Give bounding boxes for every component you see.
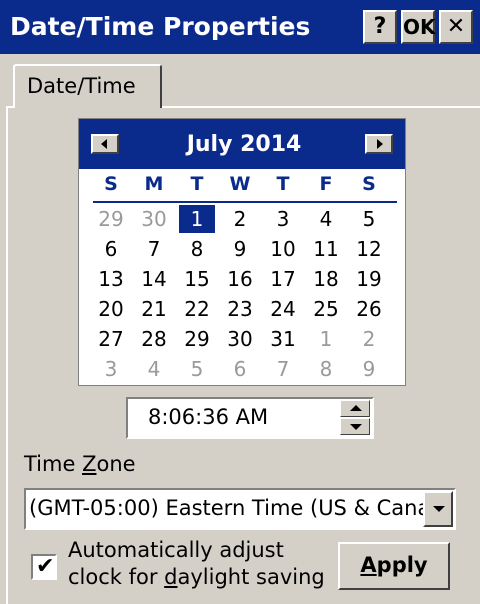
calendar-header: July 2014	[79, 119, 405, 169]
day-of-week-label: T	[190, 173, 204, 195]
time-value[interactable]: 8:06:36 AM	[148, 405, 268, 429]
calendar-day[interactable]: 8	[179, 235, 215, 263]
calendar-day[interactable]: 15	[179, 265, 215, 293]
calendar-day[interactable]: 30	[222, 325, 258, 353]
calendar-day[interactable]: 2	[222, 205, 258, 233]
triangle-down-icon	[350, 424, 362, 430]
calendar-day[interactable]: 5	[351, 205, 387, 233]
help-button[interactable]: ?	[363, 10, 397, 44]
calendar-day[interactable]: 29	[179, 325, 215, 353]
tab-date-time[interactable]: Date/Time	[13, 64, 162, 108]
calendar-day[interactable]: 25	[308, 295, 344, 323]
calendar-day[interactable]: 23	[222, 295, 258, 323]
previous-month-button[interactable]	[91, 134, 119, 154]
calendar-day[interactable]: 3	[93, 355, 129, 383]
calendar-day[interactable]: 6	[222, 355, 258, 383]
month-year-label[interactable]: July 2014	[139, 132, 349, 157]
close-button[interactable]: ✕	[439, 10, 473, 44]
title-bar: Date/Time Properties ? OK ✕	[0, 0, 480, 54]
checkmark-icon: ✔	[36, 554, 55, 579]
window-title: Date/Time Properties	[10, 12, 311, 41]
calendar-day[interactable]: 21	[136, 295, 172, 323]
calendar-day[interactable]: 6	[93, 235, 129, 263]
daylight-saving-checkbox[interactable]: ✔	[31, 554, 57, 580]
day-of-week-label: T	[276, 173, 290, 195]
date-time-dialog: Date/Time Properties ? OK ✕ Date/Time Ju…	[0, 0, 480, 604]
arrow-left-icon	[101, 139, 107, 149]
chevron-down-icon	[433, 506, 445, 512]
calendar-day[interactable]: 12	[351, 235, 387, 263]
tab-date-time-label: Date/Time	[27, 74, 136, 98]
days-of-week-divider	[93, 201, 397, 203]
calendar-day[interactable]: 7	[265, 355, 301, 383]
calendar-day[interactable]: 26	[351, 295, 387, 323]
calendar-day[interactable]: 1	[308, 325, 344, 353]
day-of-week-label: S	[362, 173, 376, 195]
calendar-day[interactable]: 11	[308, 235, 344, 263]
calendar-day[interactable]: 4	[308, 205, 344, 233]
month-calendar: July 2014 SMTWTFS 29 30 1 2 3 4 5 6 7 8 9 10 11 12 13 1…	[78, 118, 406, 386]
calendar-day[interactable]: 29	[93, 205, 129, 233]
time-zone-dropdown-button[interactable]	[423, 491, 453, 527]
triangle-up-icon	[350, 405, 362, 411]
calendar-day[interactable]: 22	[179, 295, 215, 323]
day-of-week-label: F	[319, 173, 333, 195]
calendar-day[interactable]: 8	[308, 355, 344, 383]
calendar-day[interactable]: 16	[222, 265, 258, 293]
calendar-day[interactable]: 7	[136, 235, 172, 263]
time-zone-value: (GMT-05:00) Eastern Time (US & Canada)	[29, 496, 425, 520]
calendar-day[interactable]: 20	[93, 295, 129, 323]
ok-button[interactable]: OK	[401, 10, 436, 44]
day-of-week-label: M	[144, 173, 164, 195]
calendar-day[interactable]: 31	[265, 325, 301, 353]
calendar-day[interactable]: 17	[265, 265, 301, 293]
calendar-day[interactable]: 24	[265, 295, 301, 323]
time-increment-button[interactable]	[340, 400, 370, 417]
day-of-week-label: W	[229, 173, 251, 195]
time-zone-dropdown[interactable]: (GMT-05:00) Eastern Time (US & Canada)	[24, 488, 456, 530]
calendar-day[interactable]: 18	[308, 265, 344, 293]
next-month-button[interactable]	[365, 134, 393, 154]
calendar-day[interactable]: 14	[136, 265, 172, 293]
calendar-day[interactable]: 5	[179, 355, 215, 383]
calendar-day[interactable]: 28	[136, 325, 172, 353]
calendar-day[interactable]: 19	[351, 265, 387, 293]
calendar-day[interactable]: 4	[136, 355, 172, 383]
day-of-week-label: S	[104, 173, 118, 195]
calendar-day[interactable]: 2	[351, 325, 387, 353]
apply-button[interactable]: Apply	[338, 542, 450, 590]
calendar-day[interactable]: 30	[136, 205, 172, 233]
calendar-day-selected[interactable]: 1	[179, 205, 215, 233]
daylight-saving-label[interactable]: Automatically adjust clock for daylight …	[68, 537, 325, 591]
time-zone-label: Time Zone	[24, 452, 136, 476]
arrow-right-icon	[377, 139, 383, 149]
time-decrement-button[interactable]	[340, 418, 370, 435]
time-picker[interactable]: 8:06:36 AM	[126, 397, 374, 439]
calendar-day[interactable]: 9	[222, 235, 258, 263]
calendar-day[interactable]: 13	[93, 265, 129, 293]
calendar-day[interactable]: 9	[351, 355, 387, 383]
calendar-day[interactable]: 3	[265, 205, 301, 233]
calendar-day[interactable]: 10	[265, 235, 301, 263]
days-of-week-row: SMTWTFS	[93, 173, 399, 199]
calendar-day[interactable]: 27	[93, 325, 129, 353]
